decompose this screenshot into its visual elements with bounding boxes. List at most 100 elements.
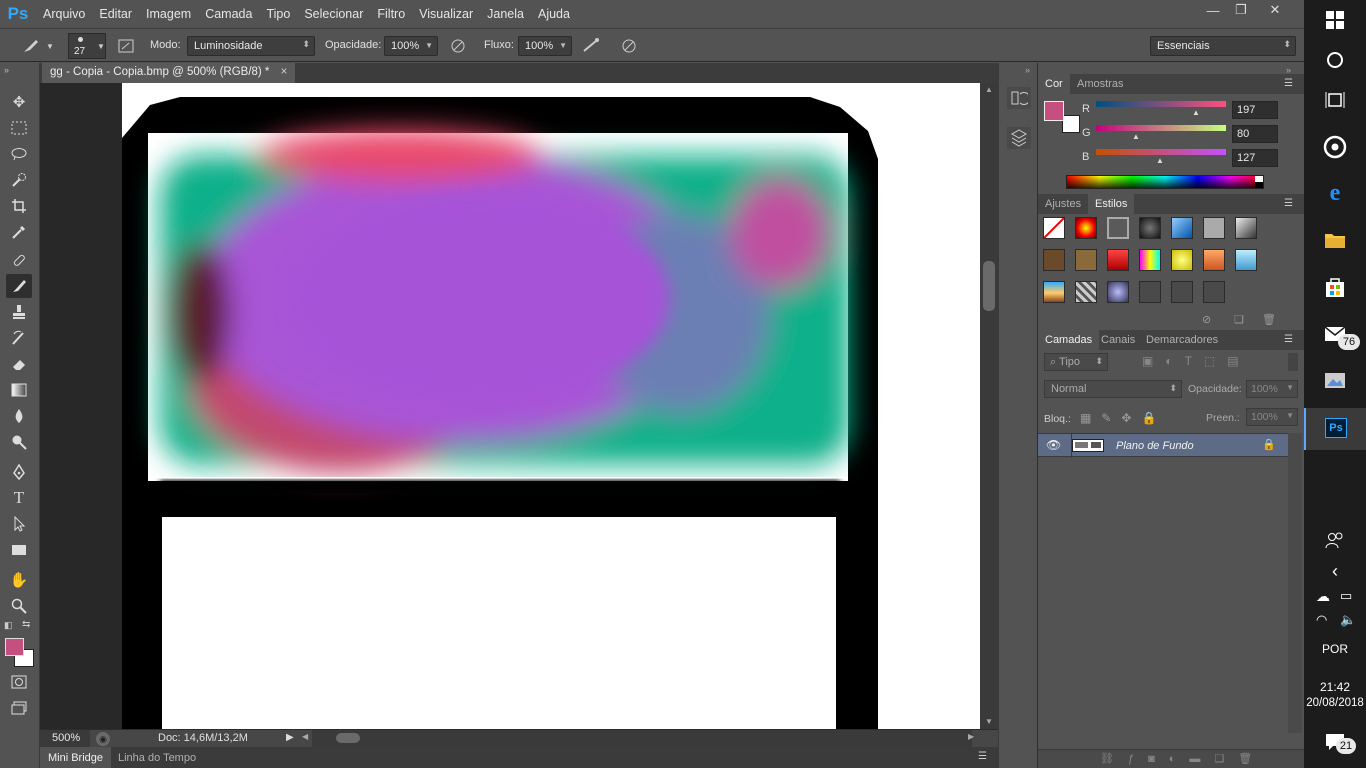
screen-mode-icon[interactable] bbox=[6, 696, 32, 720]
tab-mini-bridge[interactable]: Mini Bridge bbox=[40, 747, 112, 768]
horizontal-scroll-thumb[interactable] bbox=[336, 733, 360, 743]
onedrive-icon[interactable]: ☁ bbox=[1316, 588, 1330, 605]
airbrush-icon[interactable] bbox=[580, 37, 602, 55]
r-slider-handle-icon[interactable]: ▲ bbox=[1192, 108, 1200, 117]
b-slider[interactable] bbox=[1096, 149, 1226, 155]
battery-icon[interactable]: ▭ bbox=[1340, 588, 1352, 604]
volume-icon[interactable]: 🔈 bbox=[1340, 612, 1356, 628]
photos-app-icon[interactable] bbox=[1304, 366, 1366, 394]
style-swatch-rainbow[interactable] bbox=[1139, 249, 1161, 271]
brush-size-picker[interactable]: 27 ▼ bbox=[68, 33, 106, 59]
style-swatch-sky[interactable] bbox=[1235, 249, 1257, 271]
b-slider-handle-icon[interactable]: ▲ bbox=[1156, 156, 1164, 165]
tab-amostras[interactable]: Amostras bbox=[1070, 74, 1130, 94]
groove-music-icon[interactable] bbox=[1304, 134, 1366, 160]
menu-janela[interactable]: Janela bbox=[480, 7, 531, 21]
layer-filter-icons[interactable]: ▣◐T⬚▤ bbox=[1142, 354, 1251, 368]
background-color-swatch[interactable] bbox=[1062, 115, 1080, 133]
scroll-left-icon[interactable]: ◀ bbox=[302, 732, 308, 741]
menu-arquivo[interactable]: Arquivo bbox=[36, 7, 92, 21]
spectrum-black-swatch[interactable] bbox=[1255, 182, 1263, 188]
zoom-tool-icon[interactable] bbox=[6, 594, 32, 618]
store-icon[interactable] bbox=[1304, 274, 1366, 300]
people-icon[interactable] bbox=[1304, 528, 1366, 552]
r-value-field[interactable]: 197 bbox=[1232, 101, 1278, 119]
dodge-tool-icon[interactable] bbox=[6, 430, 32, 454]
panel-menu-icon[interactable]: ☰ bbox=[1284, 78, 1293, 89]
blur-tool-icon[interactable] bbox=[6, 404, 32, 428]
menu-editar[interactable]: Editar bbox=[92, 7, 139, 21]
vertical-scroll-thumb[interactable] bbox=[983, 261, 995, 311]
style-swatch-blue[interactable] bbox=[1171, 217, 1193, 239]
style-swatch-orange[interactable] bbox=[1203, 249, 1225, 271]
status-menu-icon[interactable]: ▶ bbox=[286, 732, 294, 743]
clone-stamp-tool-icon[interactable] bbox=[6, 300, 32, 324]
tab-camadas[interactable]: Camadas bbox=[1038, 330, 1100, 350]
menu-selecionar[interactable]: Selecionar bbox=[297, 7, 370, 21]
layer-fill-field[interactable]: 100% ▼ bbox=[1246, 408, 1298, 426]
flow-field[interactable]: 100% ▼ bbox=[518, 36, 572, 56]
language-indicator[interactable]: POR bbox=[1304, 642, 1366, 656]
workspace-dropdown[interactable]: Essenciais ⬍ bbox=[1150, 36, 1296, 56]
foreground-color-swatch[interactable] bbox=[5, 638, 24, 656]
horizontal-scrollbar[interactable] bbox=[312, 730, 972, 747]
r-slider[interactable] bbox=[1096, 101, 1226, 107]
style-swatch-gold[interactable] bbox=[1171, 249, 1193, 271]
chevron-down-icon[interactable]: ▼ bbox=[44, 39, 56, 53]
panel-menu-icon[interactable]: ☰ bbox=[978, 751, 987, 762]
windows-start-icon[interactable] bbox=[1304, 8, 1366, 32]
marquee-tool-icon[interactable] bbox=[6, 116, 32, 140]
style-swatch-dark-3[interactable] bbox=[1203, 281, 1225, 303]
opacity-field[interactable]: 100% ▼ bbox=[384, 36, 438, 56]
history-brush-tool-icon[interactable] bbox=[6, 326, 32, 350]
move-tool-icon[interactable]: ✥ bbox=[6, 90, 32, 114]
document-tab[interactable]: gg - Copia - Copia.bmp @ 500% (RGB/8) * … bbox=[42, 63, 296, 83]
mode-dropdown[interactable]: Luminosidade ⬍ bbox=[187, 36, 315, 56]
tab-canais[interactable]: Canais bbox=[1094, 330, 1142, 350]
pressure-opacity-icon[interactable] bbox=[448, 37, 468, 55]
blend-mode-dropdown[interactable]: Normal ⬍ bbox=[1044, 380, 1182, 398]
menu-tipo[interactable]: Tipo bbox=[259, 7, 297, 21]
pressure-size-icon[interactable] bbox=[618, 37, 640, 55]
style-swatch-pattern[interactable] bbox=[1075, 281, 1097, 303]
tab-ajustes[interactable]: Ajustes bbox=[1038, 194, 1088, 214]
crop-tool-icon[interactable] bbox=[6, 194, 32, 218]
menu-camada[interactable]: Camada bbox=[198, 7, 259, 21]
style-swatch-red[interactable] bbox=[1107, 249, 1129, 271]
tab-linha-do-tempo[interactable]: Linha do Tempo bbox=[114, 747, 200, 768]
style-swatch-outline[interactable] bbox=[1107, 217, 1129, 239]
lasso-tool-icon[interactable] bbox=[6, 142, 32, 166]
pen-tool-icon[interactable] bbox=[6, 460, 32, 484]
g-slider-handle-icon[interactable]: ▲ bbox=[1132, 132, 1140, 141]
close-tab-icon[interactable]: × bbox=[281, 66, 288, 78]
style-swatch-sand[interactable] bbox=[1075, 249, 1097, 271]
menu-imagem[interactable]: Imagem bbox=[139, 7, 198, 21]
clock-date[interactable]: 20/08/2018 bbox=[1304, 697, 1366, 709]
b-value-field[interactable]: 127 bbox=[1232, 149, 1278, 167]
history-panel-icon[interactable] bbox=[1007, 87, 1031, 109]
default-colors-icon[interactable]: ◧ bbox=[4, 620, 13, 631]
vertical-scrollbar[interactable]: ▲ ▼ bbox=[980, 83, 998, 729]
style-swatch-dark-1[interactable] bbox=[1139, 281, 1161, 303]
wifi-icon[interactable]: ◠ bbox=[1316, 612, 1327, 628]
foreground-color-swatch[interactable] bbox=[1044, 101, 1064, 121]
style-swatch-none[interactable] bbox=[1043, 217, 1065, 239]
share-icon[interactable]: ◉ bbox=[96, 732, 110, 746]
rectangle-tool-icon[interactable] bbox=[6, 538, 32, 562]
menu-filtro[interactable]: Filtro bbox=[370, 7, 412, 21]
canvas-viewport[interactable] bbox=[40, 83, 980, 729]
close-button[interactable]: ✕ bbox=[1258, 0, 1292, 20]
g-slider[interactable] bbox=[1096, 125, 1226, 131]
layers-scrollbar[interactable] bbox=[1288, 433, 1302, 733]
hand-tool-icon[interactable]: ✋ bbox=[6, 568, 32, 592]
gradient-tool-icon[interactable] bbox=[6, 378, 32, 402]
style-swatch-dark-2[interactable] bbox=[1171, 281, 1193, 303]
swap-colors-icon[interactable]: ⇆ bbox=[22, 619, 30, 630]
style-swatch-wood[interactable] bbox=[1043, 249, 1065, 271]
brush-panel-toggle-icon[interactable] bbox=[116, 37, 136, 55]
collapse-icon[interactable]: » bbox=[1025, 65, 1030, 75]
action-center-icon[interactable] bbox=[1304, 730, 1366, 754]
restore-button[interactable]: ❐ bbox=[1224, 0, 1258, 20]
new-style-icon[interactable]: ❏ bbox=[1234, 313, 1244, 326]
panel-menu-icon[interactable]: ☰ bbox=[1284, 334, 1293, 345]
